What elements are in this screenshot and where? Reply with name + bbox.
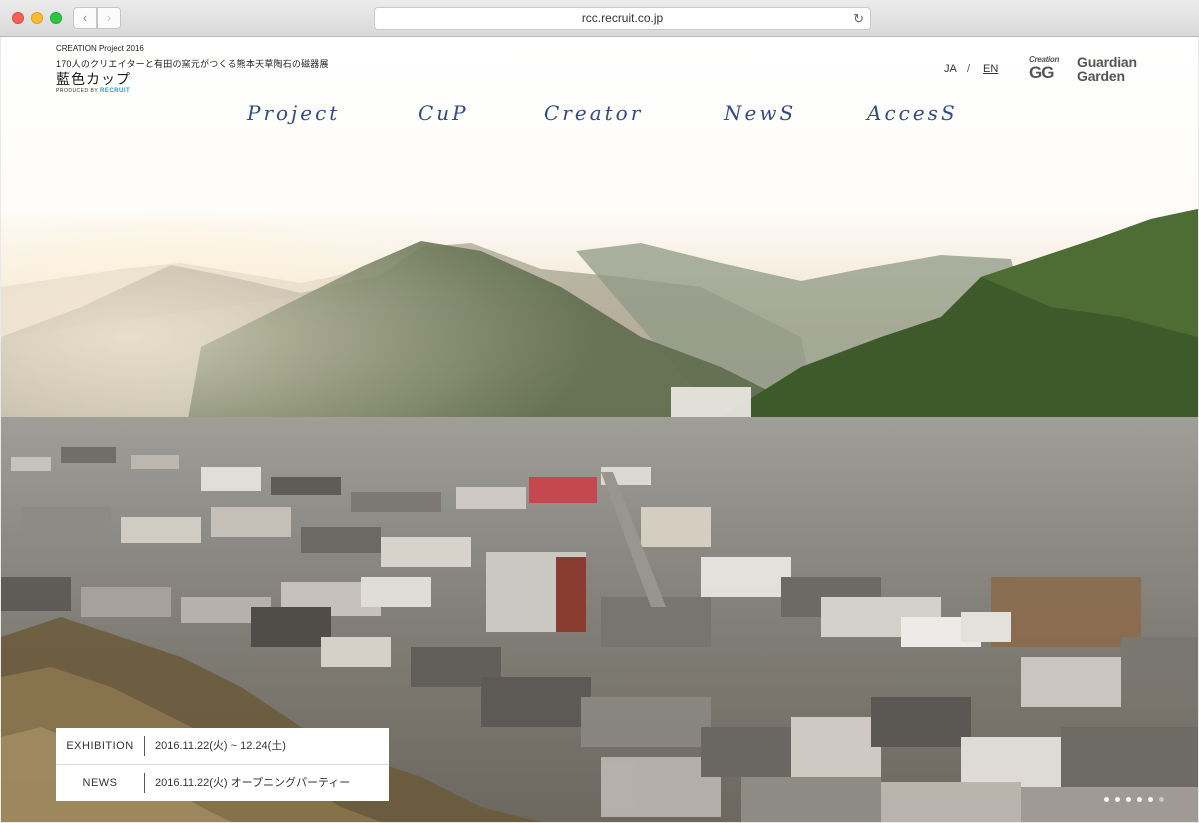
guardian-garden-logo-line1: Guardian (1077, 54, 1137, 70)
info-divider (144, 736, 145, 756)
nav-creator[interactable]: Creator (544, 101, 643, 125)
language-separator: / (967, 63, 971, 75)
web-page: CREATION Project 2016 170人のクリエイターと有田の窯元が… (1, 37, 1198, 822)
news-row[interactable]: NEWS 2016.11.22(火) オープニングパーティー (56, 765, 389, 801)
exhibition-label: EXHIBITION (66, 740, 134, 752)
slider-dot[interactable] (1137, 797, 1142, 802)
language-ja-link[interactable]: JA (944, 63, 957, 75)
window-maximize-button[interactable] (50, 12, 62, 24)
address-bar[interactable]: rcc.recruit.co.jp ↻ (374, 7, 871, 30)
site-title[interactable]: 藍色カップ (56, 69, 131, 89)
nav-access[interactable]: AccesS (867, 101, 958, 125)
creation-gg-logo[interactable]: Creation GG (1029, 55, 1063, 83)
window-close-button[interactable] (12, 12, 24, 24)
nav-cup[interactable]: CuP (418, 101, 469, 125)
guardian-garden-logo[interactable]: Guardian Garden (1077, 55, 1137, 83)
slider-dot[interactable] (1115, 797, 1120, 802)
creation-gg-logo-line2: GG (1029, 63, 1054, 82)
news-label: NEWS (82, 777, 118, 789)
slider-dot[interactable] (1148, 797, 1153, 802)
guardian-garden-logo-line2: Garden (1077, 68, 1125, 84)
exhibition-dates: 2016.11.22(火) ~ 12.24(土) (155, 740, 286, 752)
chevron-left-icon: ‹ (82, 10, 88, 25)
hero-image-rooftops (1, 387, 1198, 822)
url-text: rcc.recruit.co.jp (581, 11, 664, 25)
info-divider (144, 773, 145, 793)
recruit-logo: RECRUIT (99, 88, 131, 94)
nav-news[interactable]: NewS (724, 101, 796, 125)
slider-dot[interactable] (1126, 797, 1131, 802)
project-label: CREATION Project 2016 (56, 44, 144, 53)
exhibition-row[interactable]: EXHIBITION 2016.11.22(火) ~ 12.24(土) (56, 728, 389, 765)
back-button[interactable]: ‹ (73, 7, 97, 29)
slider-dot[interactable] (1159, 797, 1164, 802)
chevron-right-icon: › (106, 10, 112, 25)
news-headline: 2016.11.22(火) オープニングパーティー (155, 777, 351, 789)
reload-icon[interactable]: ↻ (853, 8, 864, 29)
slider-dot[interactable] (1104, 797, 1109, 802)
produced-by-label: PRODUCED BY (56, 88, 99, 94)
browser-toolbar: ‹ › rcc.recruit.co.jp ↻ (0, 0, 1199, 37)
produced-by: PRODUCED BY RECRUIT (56, 88, 130, 94)
language-en-link[interactable]: EN (983, 63, 998, 75)
nav-project[interactable]: Project (247, 101, 340, 125)
info-box: EXHIBITION 2016.11.22(火) ~ 12.24(土) NEWS… (56, 728, 389, 801)
forward-button[interactable]: › (97, 7, 121, 29)
window-minimize-button[interactable] (31, 12, 43, 24)
